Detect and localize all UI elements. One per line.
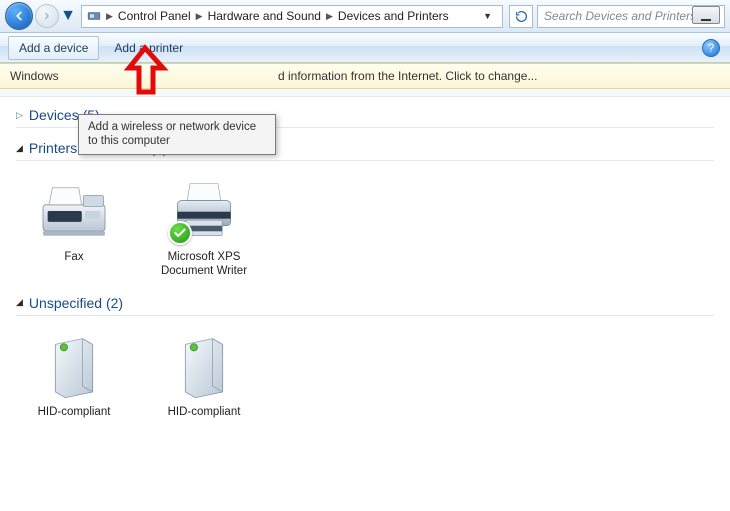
collapse-icon: ◢	[16, 143, 23, 154]
breadcrumb-separator: ▶	[194, 11, 205, 22]
device-item-hid[interactable]: HID-compliant	[154, 330, 254, 420]
breadcrumb-segment[interactable]: Control Panel	[115, 9, 194, 23]
group-name: Devices	[29, 107, 79, 123]
item-label: HID-compliant	[154, 406, 254, 420]
group-printers: ◢ Printers and Faxes (2)	[16, 136, 714, 283]
collapse-icon: ◢	[16, 297, 23, 308]
device-item-hid[interactable]: HID-compliant	[24, 330, 124, 420]
info-bar[interactable]: Windows d information from the Internet.…	[0, 63, 730, 89]
printer-icon	[154, 175, 254, 247]
device-item-fax[interactable]: Fax	[24, 175, 124, 279]
add-device-button[interactable]: Add a device	[8, 36, 99, 60]
device-icon	[24, 330, 124, 402]
back-button[interactable]	[5, 2, 33, 30]
group-unspecified: ◢ Unspecified (2)	[16, 291, 714, 424]
tooltip: Add a wireless or network device to this…	[78, 114, 276, 155]
device-item-xps[interactable]: Microsoft XPS Document Writer	[154, 175, 254, 279]
item-label: Fax	[24, 251, 124, 265]
forward-button	[35, 4, 59, 28]
breadcrumb-segment[interactable]: Hardware and Sound	[205, 9, 324, 23]
minimize-button[interactable]	[692, 6, 720, 24]
default-check-icon	[168, 221, 192, 245]
address-dropdown[interactable]: ▼	[477, 11, 498, 21]
item-label: HID-compliant	[24, 406, 124, 420]
breadcrumb-separator: ▶	[104, 11, 115, 22]
devices-icon	[86, 8, 102, 24]
expand-icon: ▷	[16, 110, 23, 121]
toolbar: Add a device Add a printer ?	[0, 33, 730, 63]
item-label: Microsoft XPS Document Writer	[154, 251, 254, 279]
add-printer-button[interactable]: Add a printer	[103, 36, 194, 60]
group-name: Unspecified	[29, 295, 102, 311]
infobar-text-prefix: Windows	[10, 69, 59, 83]
fax-icon	[24, 175, 124, 247]
content-area: ▷ Devices (5) ◢ Printers and Faxes (2)	[0, 97, 730, 511]
group-header-unspecified[interactable]: ◢ Unspecified (2)	[16, 291, 714, 316]
history-dropdown[interactable]: ▼	[61, 5, 75, 27]
refresh-button[interactable]	[509, 5, 533, 28]
breadcrumb-separator: ▶	[324, 11, 335, 22]
group-count: (2)	[106, 295, 123, 311]
search-placeholder: Search Devices and Printers	[544, 9, 696, 23]
breadcrumb-segment[interactable]: Devices and Printers	[335, 9, 452, 23]
help-icon[interactable]: ?	[702, 39, 720, 57]
infobar-text-suffix: d information from the Internet. Click t…	[278, 69, 537, 83]
breadcrumb[interactable]: ▶ Control Panel ▶ Hardware and Sound ▶ D…	[81, 5, 503, 28]
device-icon	[154, 330, 254, 402]
address-bar: ▼ ▶ Control Panel ▶ Hardware and Sound ▶…	[0, 0, 730, 33]
